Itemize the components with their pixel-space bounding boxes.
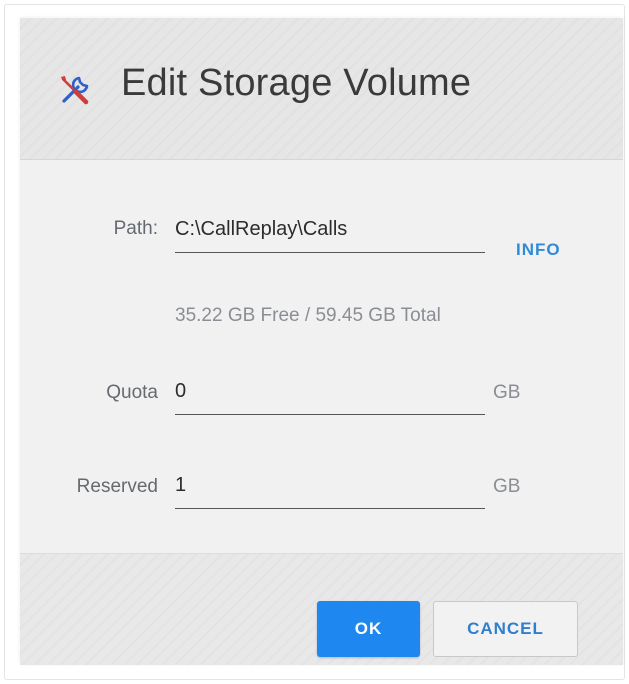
reserved-unit: GB [493, 476, 521, 497]
path-value: C:\CallReplay\Calls [175, 218, 348, 240]
reserved-field[interactable]: 1 [175, 472, 485, 509]
dialog-title: Edit Storage Volume [121, 62, 472, 104]
quota-field[interactable]: 0 [175, 378, 485, 415]
quota-label: Quota [106, 382, 158, 403]
quota-unit: GB [493, 382, 521, 403]
path-label: Path: [113, 218, 158, 239]
path-field[interactable]: C:\CallReplay\Calls [175, 216, 485, 253]
edit-storage-volume-dialog: Edit Storage Volume Path: C:\CallReplay\… [20, 18, 623, 665]
ok-button[interactable]: OK [317, 601, 420, 657]
quota-value: 0 [175, 380, 187, 402]
reserved-label: Reserved [76, 476, 158, 497]
reserved-value: 1 [175, 474, 187, 496]
dialog-header: Edit Storage Volume [20, 18, 623, 160]
tools-icon [61, 76, 89, 105]
dialog-footer: OK CANCEL [20, 553, 623, 665]
cancel-button[interactable]: CANCEL [433, 601, 578, 657]
info-button[interactable]: INFO [516, 240, 561, 260]
free-space-text: 35.22 GB Free / 59.45 GB Total [175, 305, 441, 326]
